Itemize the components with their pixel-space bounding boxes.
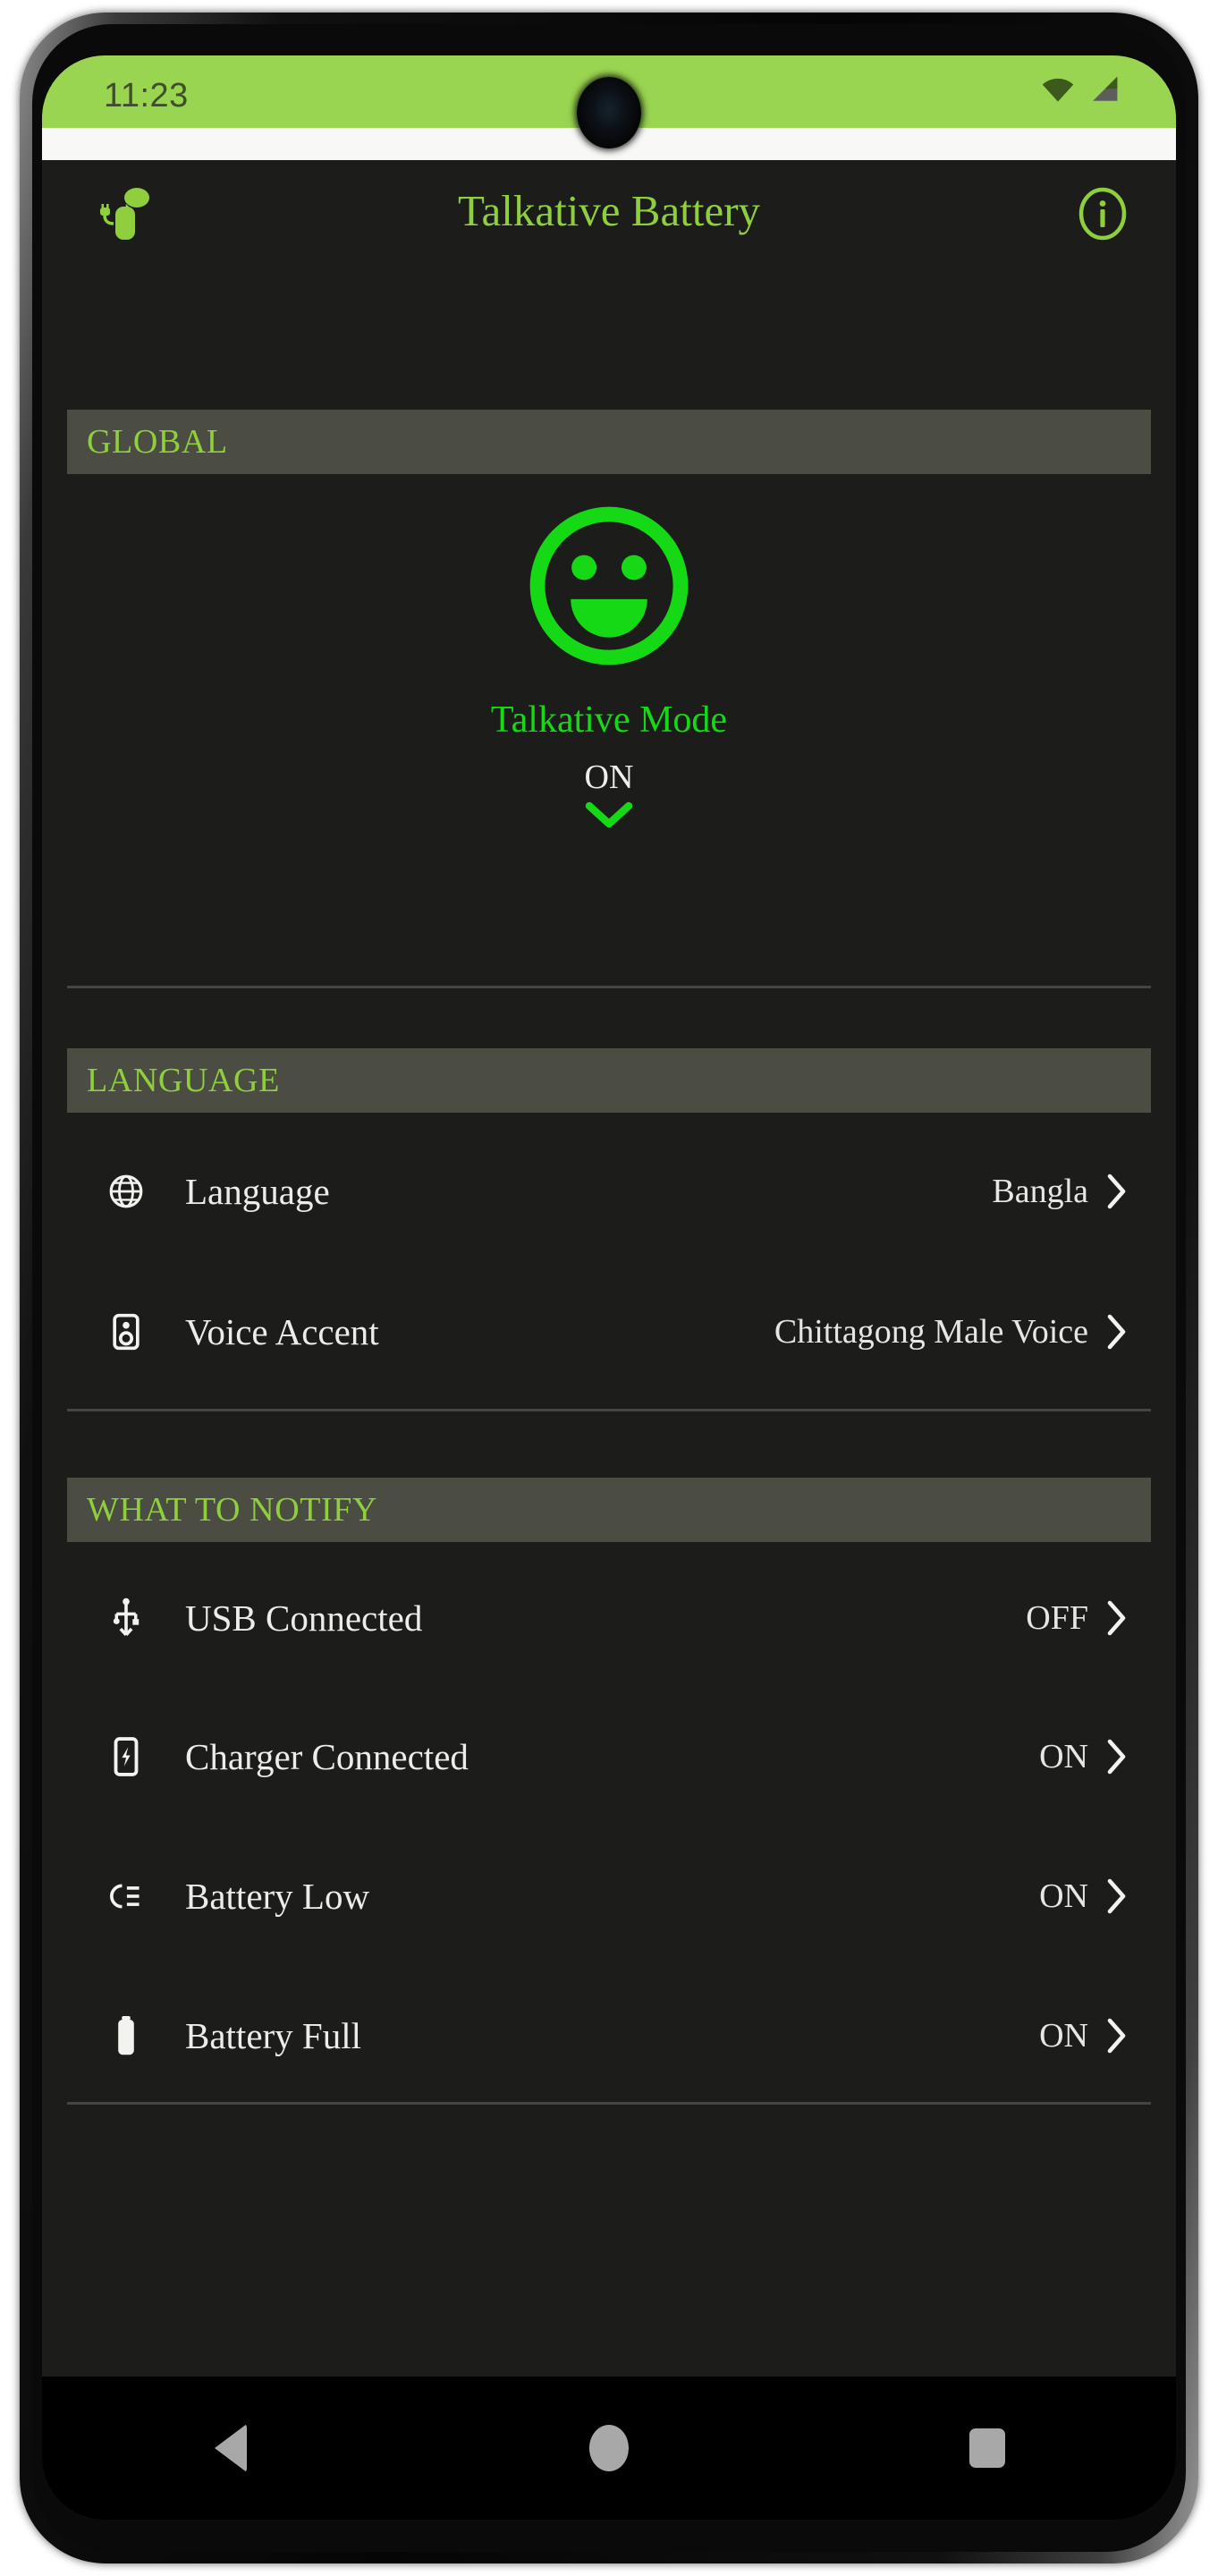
row-battery-low[interactable]: Battery Low ON (67, 1850, 1151, 1943)
row-charger-connected[interactable]: Charger Connected ON (67, 1710, 1151, 1803)
section-header-language: LANGUAGE (67, 1048, 1151, 1113)
chevron-down-icon[interactable] (584, 801, 634, 831)
chevron-right-icon[interactable] (1104, 1737, 1128, 1776)
recents-square-icon (968, 2428, 1005, 2468)
cellular-signal-icon (1093, 76, 1118, 101)
smiley-face-icon[interactable] (526, 503, 692, 669)
home-circle-icon (588, 2425, 629, 2471)
section-header-what-to-notify: WHAT TO NOTIFY (67, 1478, 1151, 1542)
phone-screen: 11:23 Talkative Battery GLOBAL Talkative… (42, 55, 1176, 2520)
usb-icon (94, 1597, 158, 1639)
android-navigation-bar (42, 2377, 1176, 2520)
battery-full-icon (94, 2014, 158, 2057)
row-language[interactable]: Language Bangla (67, 1145, 1151, 1238)
row-battery-full-value: ON (1039, 2017, 1088, 2055)
section-header-global-label: GLOBAL (87, 423, 228, 461)
home-button[interactable] (529, 2394, 689, 2502)
section-header-language-label: LANGUAGE (87, 1062, 280, 1099)
app-bar: Talkative Battery (42, 160, 1176, 267)
divider-language (67, 1409, 1151, 1411)
row-language-label: Language (185, 1171, 330, 1212)
row-battery-low-label: Battery Low (185, 1876, 370, 1917)
talkative-mode-block[interactable]: Talkative Mode ON (42, 503, 1176, 835)
globe-icon (94, 1173, 158, 1210)
row-usb-connected-label: USB Connected (185, 1597, 423, 1639)
back-triangle-icon (215, 2424, 248, 2472)
recents-button[interactable] (907, 2394, 1068, 2502)
row-usb-connected-value: OFF (1026, 1599, 1088, 1637)
chevron-right-icon[interactable] (1104, 2016, 1128, 2055)
speaker-icon (94, 1312, 158, 1352)
row-usb-connected[interactable]: USB Connected OFF (67, 1572, 1151, 1665)
info-circle-icon[interactable] (1076, 187, 1129, 241)
status-bar-icons (1040, 75, 1121, 104)
chevron-right-icon[interactable] (1104, 1598, 1128, 1638)
back-button[interactable] (150, 2394, 311, 2502)
talkative-mode-label: Talkative Mode (490, 699, 728, 741)
row-battery-low-value: ON (1039, 1877, 1088, 1915)
row-battery-full[interactable]: Battery Full ON (67, 1989, 1151, 2082)
row-charger-connected-value: ON (1039, 1738, 1088, 1775)
chevron-right-icon[interactable] (1104, 1877, 1128, 1916)
front-camera-punch-hole (577, 77, 641, 148)
battery-low-icon (94, 1878, 158, 1914)
status-bar-clock: 11:23 (104, 77, 189, 114)
row-voice-accent-value: Chittagong Male Voice (774, 1313, 1088, 1351)
row-language-value: Bangla (992, 1173, 1088, 1210)
screenshot-stage: 11:23 Talkative Battery GLOBAL Talkative… (0, 0, 1218, 2576)
page-title: Talkative Battery (457, 186, 761, 235)
row-voice-accent-label: Voice Accent (185, 1311, 379, 1352)
row-charger-connected-label: Charger Connected (185, 1736, 469, 1777)
section-header-what-to-notify-label: WHAT TO NOTIFY (87, 1491, 378, 1529)
wifi-icon (1042, 78, 1074, 102)
divider-global (67, 986, 1151, 988)
divider-notify (67, 2102, 1151, 2105)
row-battery-full-label: Battery Full (185, 2015, 362, 2056)
chevron-right-icon[interactable] (1104, 1312, 1128, 1352)
phone-charging-icon (94, 1736, 158, 1777)
chevron-right-icon[interactable] (1104, 1172, 1128, 1211)
chevron-down-icon-wrap[interactable] (42, 801, 1176, 835)
row-voice-accent[interactable]: Voice Accent Chittagong Male Voice (67, 1285, 1151, 1378)
talkative-mode-state: ON (584, 758, 634, 796)
section-header-global: GLOBAL (67, 410, 1151, 474)
